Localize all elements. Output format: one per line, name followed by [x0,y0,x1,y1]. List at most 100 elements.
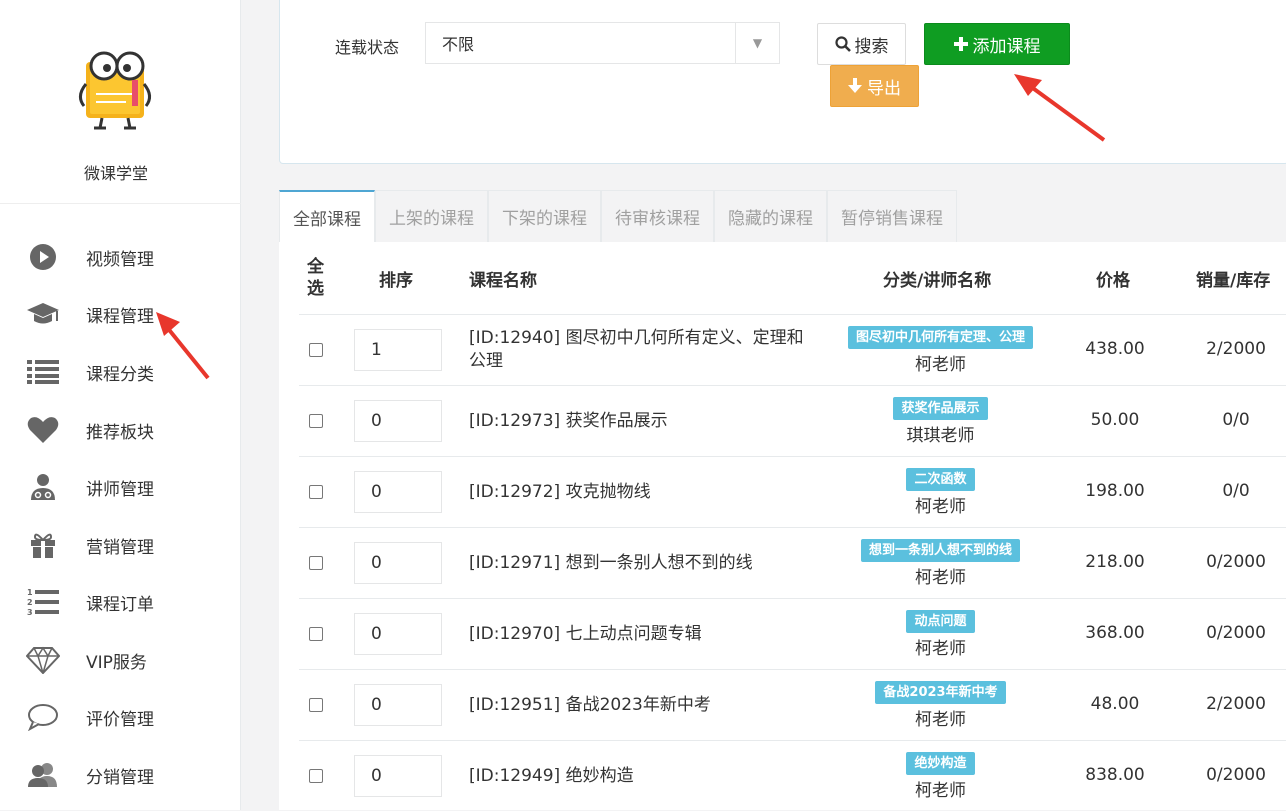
users-icon [26,758,60,792]
sidebar-item-label: 课程订单 [86,594,154,615]
course-name: [ID:12949] 绝妙构造 [469,766,634,786]
svg-text:2: 2 [27,598,33,607]
row-checkbox[interactable] [309,769,323,783]
table-row: 0 [ID:12970] 七上动点问题专辑 动点问题 柯老师 368.00 0/… [299,598,1286,669]
table-row: 0 [ID:12972] 攻克抛物线 二次函数 柯老师 198.00 0/0 [299,456,1286,527]
serial-status-select[interactable]: 不限 ▼ [425,22,780,64]
caret-down-icon[interactable]: ▼ [735,23,779,63]
sidebar-item-vip[interactable]: VIP服务 [0,635,240,685]
teacher-name: 琪琪老师 [906,426,975,446]
table-row: 0 [ID:12949] 绝妙构造 绝妙构造 柯老师 838.00 0/2000 [299,740,1286,811]
teacher-name: 柯老师 [915,355,966,375]
add-label: 添加课程 [972,36,1041,57]
sort-input[interactable]: 0 [354,755,442,797]
row-checkbox[interactable] [309,414,323,428]
price: 438.00 [1085,339,1145,359]
tab-unlisted[interactable]: 下架的课程 [488,190,601,242]
select-value: 不限 [442,35,475,54]
sidebar-item-distribution[interactable]: 分销管理 [0,750,240,800]
sort-input[interactable]: 0 [354,542,442,584]
sidebar-item-recommend[interactable]: 推荐板块 [0,405,240,455]
user-md-icon [26,470,60,504]
sidebar-item-label: 分销管理 [86,767,154,788]
sidebar-item-orders[interactable]: 123 课程订单 [0,577,240,627]
course-name: [ID:12973] 获奖作品展示 [469,411,668,431]
row-checkbox[interactable] [309,698,323,712]
price: 198.00 [1085,481,1145,501]
header-name: 课程名称 [469,270,537,291]
tab-pending[interactable]: 待审核课程 [601,190,714,242]
sidebar: 微课学堂 视频管理 课程管理 课程分类 推荐板块 讲师管理 营销管理 1 2 3… [0,0,241,810]
sidebar-item-teacher[interactable]: 讲师管理 [0,462,240,512]
sidebar-item-label: VIP服务 [86,652,147,673]
header-category: 分类/讲师名称 [883,270,992,291]
category-badge: 绝妙构造 [906,752,975,775]
sidebar-item-label: 评价管理 [86,709,154,730]
table-row: 0 [ID:12951] 备战2023年新中考 备战2023年新中考 柯老师 4… [299,669,1286,740]
header-sort: 排序 [379,270,413,291]
export-button[interactable]: 导出 [830,65,919,107]
annotation-arrow-course [156,312,210,380]
comment-icon [26,700,60,734]
teacher-name: 柯老师 [915,710,966,730]
course-name: [ID:12951] 备战2023年新中考 [469,695,711,715]
teacher-name: 柯老师 [915,568,966,588]
sort-input[interactable]: 0 [354,471,442,513]
category-badge: 备战2023年新中考 [875,681,1006,704]
header-select-all[interactable]: 全选 [307,242,331,314]
plus-icon [953,37,968,51]
price: 48.00 [1090,694,1140,714]
sidebar-item-marketing[interactable]: 营销管理 [0,520,240,570]
tab-all[interactable]: 全部课程 [279,190,375,242]
category-badge: 二次函数 [906,468,975,491]
search-button[interactable]: 搜索 [817,23,906,65]
category-badge: 获奖作品展示 [893,397,988,420]
sidebar-item-label: 推荐板块 [86,422,154,443]
category-badge: 动点问题 [906,610,975,633]
header-stock: 销量/库存 [1196,270,1271,291]
course-name: [ID:12971] 想到一条别人想不到的线 [469,553,753,573]
table-row: 0 [ID:12973] 获奖作品展示 获奖作品展示 琪琪老师 50.00 0/… [299,385,1286,456]
arrow-down-icon [848,78,862,93]
brand-name: 微课学堂 [83,164,148,183]
sidebar-item-label: 营销管理 [86,537,154,558]
row-checkbox[interactable] [309,485,323,499]
teacher-name: 柯老师 [915,639,966,659]
course-name: [ID:12972] 攻克抛物线 [469,482,651,502]
add-course-button[interactable]: 添加课程 [924,23,1070,65]
tab-listed[interactable]: 上架的课程 [375,190,488,242]
search-icon [834,36,851,52]
price: 50.00 [1090,410,1140,430]
sort-input[interactable]: 0 [354,400,442,442]
tab-hidden[interactable]: 隐藏的课程 [714,190,827,242]
list-icon [26,355,60,389]
export-label: 导出 [867,78,901,99]
logo-area: 微课学堂 [0,0,241,204]
stock: 2/2000 [1206,339,1266,359]
row-checkbox[interactable] [309,343,323,357]
ordered-list-icon: 123 [26,585,60,619]
row-checkbox[interactable] [309,627,323,641]
table-row: 1 [ID:12940] 图尽初中几何所有定义、定理和公理 图尽初中几何所有定理… [299,314,1286,385]
search-label: 搜索 [854,36,889,57]
main-content: 连载状态 不限 ▼ 搜索 添加课程 导出 全部课程 上架的课程 下架的课程 待审… [241,0,1286,810]
gift-icon [26,528,60,562]
diamond-icon [26,643,60,677]
stock: 0/0 [1222,481,1250,501]
sort-input[interactable]: 0 [354,684,442,726]
sort-input[interactable]: 0 [354,613,442,655]
owl-logo [79,51,151,130]
category-cell: 获奖作品展示 琪琪老师 [819,397,1062,446]
sort-input[interactable]: 1 [354,329,442,371]
stock: 2/2000 [1206,694,1266,714]
svg-text:3: 3 [27,608,33,617]
filter-label: 连载状态 [335,38,400,57]
sidebar-item-video[interactable]: 视频管理 [0,232,240,282]
sidebar-item-reviews[interactable]: 评价管理 [0,692,240,742]
sidebar-item-label: 课程分类 [86,364,154,385]
price: 368.00 [1085,623,1145,643]
stock: 0/2000 [1206,623,1266,643]
tab-suspended[interactable]: 暂停销售课程 [827,190,957,242]
course-table: 全选 排序 课程名称 分类/讲师名称 价格 销量/库存 1 [ID:12940]… [279,242,1286,810]
row-checkbox[interactable] [309,556,323,570]
